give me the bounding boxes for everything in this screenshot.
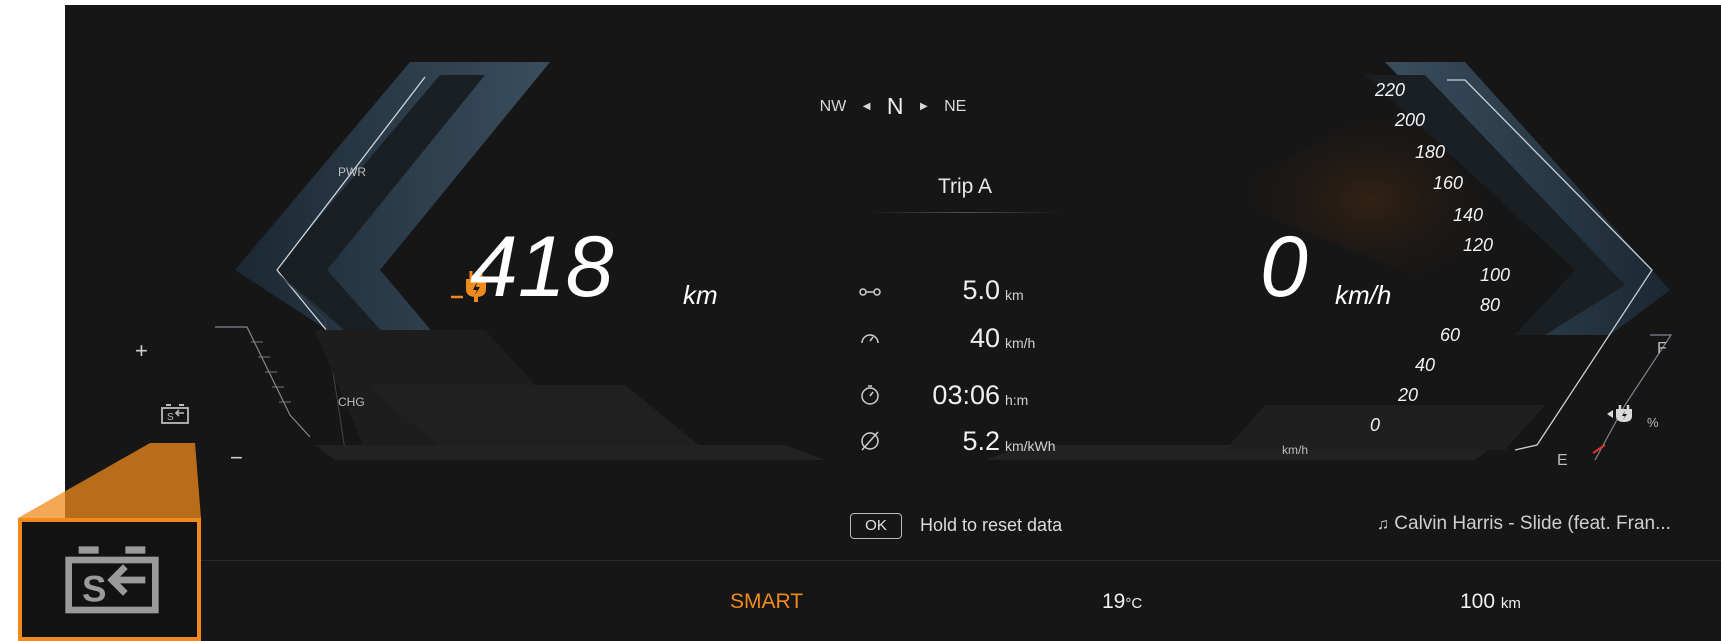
- speed-scale-label: 160: [1433, 173, 1464, 193]
- trip-row-distance: 5.0 km: [855, 275, 1125, 309]
- compass-right-arrow-icon: ▶: [919, 101, 928, 112]
- trip-row-time: 03:06 h:m: [855, 380, 1125, 414]
- chg-label: CHG: [338, 395, 365, 409]
- trip-row-avg-speed: 40 km/h: [855, 323, 1125, 357]
- footer-range-unit: km: [1500, 595, 1521, 612]
- speed-scale-unit: km/h: [1282, 443, 1309, 457]
- speed-scale-label: 60: [1440, 325, 1461, 345]
- speed-scale-label: 100: [1480, 265, 1511, 285]
- range-value: 418: [470, 219, 614, 315]
- compass-right-label: NE: [944, 97, 967, 115]
- battery-icon: S: [65, 546, 159, 614]
- battery-icon: S: [161, 404, 189, 424]
- trip-divider: [865, 212, 1065, 213]
- average-icon: [861, 431, 879, 451]
- temperature-value: 19: [1102, 590, 1126, 613]
- trip-title: Trip A: [937, 175, 993, 198]
- charge-percent-label: %: [1647, 415, 1659, 430]
- now-playing-text: Calvin Harris - Slide (feat. Fran...: [1394, 513, 1671, 534]
- speed-scale-label: 20: [1398, 385, 1419, 405]
- stopwatch-icon: [861, 385, 879, 405]
- charge-empty-label: E: [1557, 452, 1568, 469]
- now-playing[interactable]: ♫ Calvin Harris - Slide (feat. Fran...: [1377, 513, 1671, 535]
- speed-scale-label: 220: [1375, 80, 1406, 100]
- trip-time-unit: h:m: [1005, 392, 1029, 408]
- trip-distance-value: 5.0: [962, 275, 1000, 305]
- compass: NW ◀ N ▶ NE: [65, 93, 1721, 120]
- trip-avg-speed-value: 40: [969, 323, 1000, 353]
- temperature: 19°C: [1102, 590, 1142, 614]
- footer-range-value: 100: [1460, 590, 1496, 613]
- speed-scale-label: 140: [1453, 205, 1484, 225]
- svg-text:S: S: [167, 412, 174, 423]
- range-unit: km: [683, 280, 718, 310]
- trip-consumption-value: 5.2: [962, 426, 1000, 456]
- svg-text:S: S: [82, 569, 106, 610]
- speed-unit: km/h: [1335, 280, 1392, 310]
- speed-scale-label: 200: [1395, 110, 1426, 130]
- speed-scale-label: 120: [1463, 235, 1494, 255]
- speed-scale-label: 80: [1480, 295, 1501, 315]
- trip-consumption-unit: km/kWh: [1005, 438, 1056, 454]
- charge-full-label: F: [1657, 340, 1667, 357]
- compass-left-arrow-icon: ◀: [862, 101, 871, 112]
- music-note-icon: ♫: [1377, 516, 1389, 533]
- trip-distance-unit: km: [1005, 287, 1024, 303]
- battery-inset: S: [18, 518, 201, 641]
- speed-scale-label: 0: [1370, 415, 1381, 435]
- distance-icon: [859, 288, 881, 296]
- trip-time-value: 03:06: [932, 380, 1000, 410]
- drive-mode: SMART: [730, 590, 804, 613]
- pwr-label: PWR: [338, 165, 366, 179]
- temperature-unit: °C: [1125, 595, 1143, 612]
- speedometer-icon: [861, 334, 879, 344]
- trip-avg-speed-unit: km/h: [1005, 335, 1036, 351]
- instrument-cluster: NW ◀ N ▶ NE Trip A 5.0 km 40 km/h 03:06 …: [65, 5, 1721, 641]
- trip-row-consumption: 5.2 km/kWh: [855, 426, 1125, 460]
- power-minus-label: −: [230, 445, 243, 470]
- speed-scale-label: 40: [1415, 355, 1436, 375]
- footer-divider: [65, 560, 1721, 561]
- footer-range: 100 km: [1460, 590, 1521, 614]
- battery-charge-icon: [1607, 405, 1632, 422]
- compass-heading: N: [886, 93, 904, 119]
- speed-scale-label: 180: [1415, 142, 1446, 162]
- speed-value: 0: [1260, 219, 1308, 315]
- reset-hint: Hold to reset data: [920, 515, 1063, 535]
- compass-left-label: NW: [819, 97, 847, 115]
- ok-button[interactable]: OK: [850, 513, 902, 539]
- power-plus-label: +: [135, 338, 148, 363]
